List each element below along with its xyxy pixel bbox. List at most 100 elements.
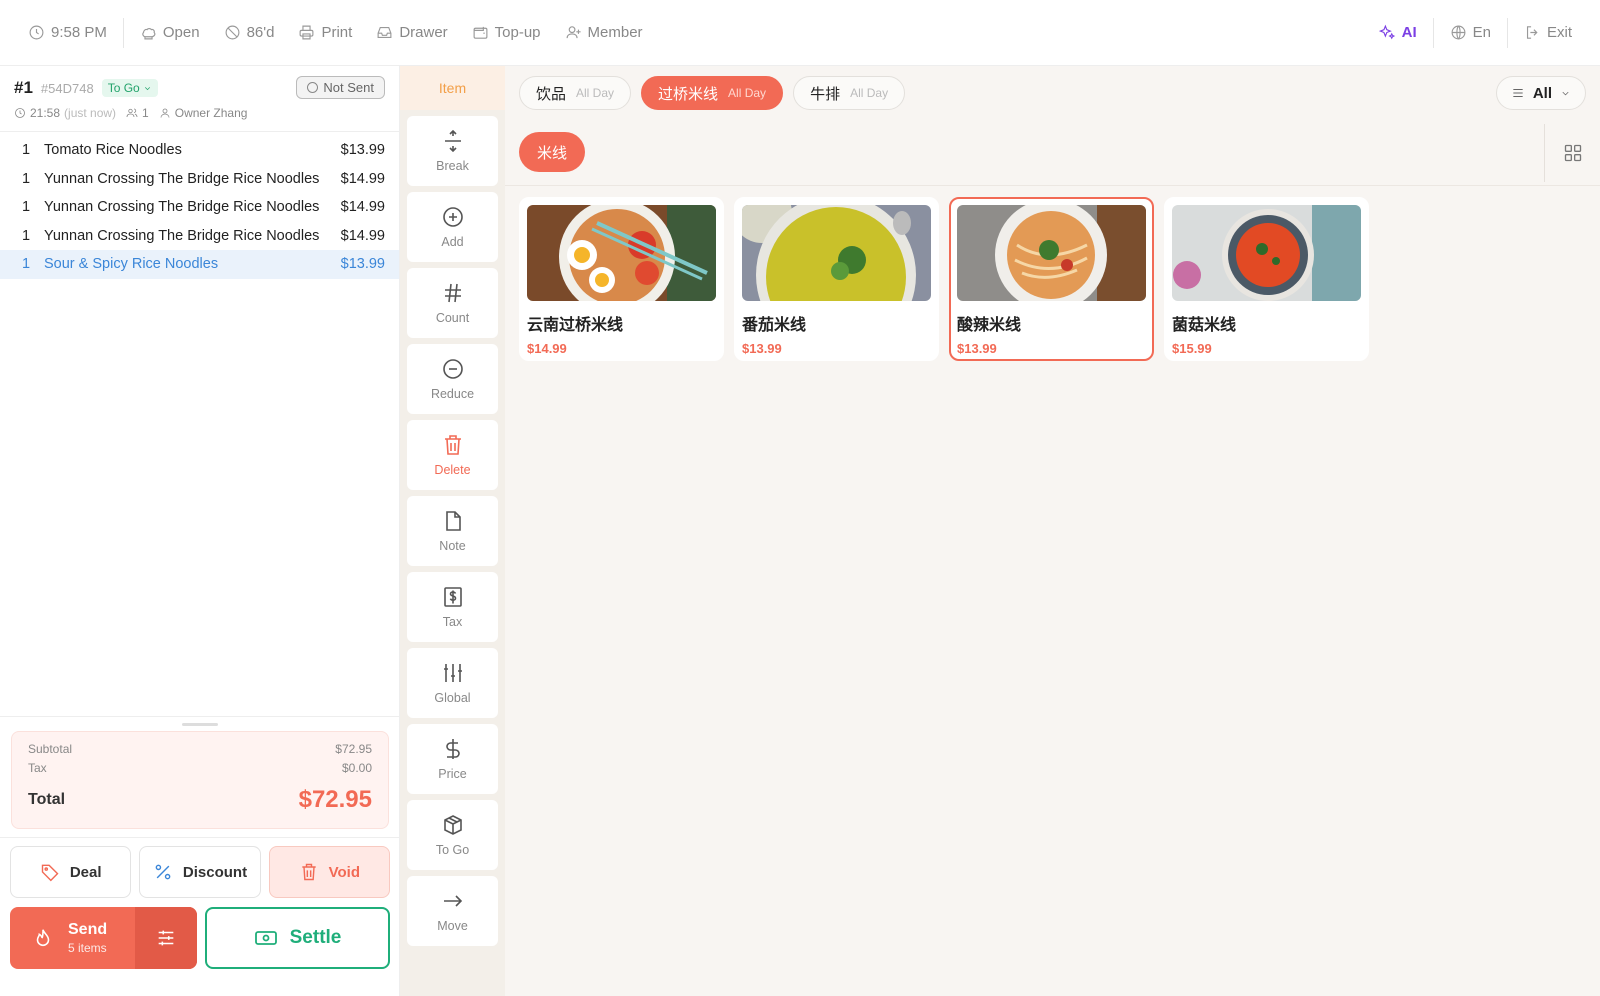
status-circle-icon — [307, 82, 319, 93]
order-number: #1 — [14, 78, 33, 97]
global-tool-button[interactable]: Global — [407, 648, 498, 718]
category-tab-steak[interactable]: 牛排 All Day — [793, 76, 906, 110]
category-tab-crossing-bridge-noodles[interactable]: 过桥米线 All Day — [641, 76, 784, 110]
chef-hat-icon — [142, 28, 156, 40]
add-tool-button[interactable]: Add — [407, 192, 498, 262]
subcategory-chip[interactable]: 米线 — [519, 132, 586, 172]
product-card[interactable]: 番茄米线 $13.99 — [734, 197, 939, 361]
deal-button[interactable]: Deal — [10, 846, 132, 898]
order-item-row[interactable]: 1 Tomato Rice Noodles $13.99 — [0, 136, 399, 165]
spicy-noodle-image — [957, 205, 1146, 301]
total-row: Total $72.95 — [28, 786, 372, 813]
hash-icon — [444, 283, 461, 303]
user-plus-icon — [566, 26, 581, 39]
product-card[interactable]: 菌菇米线 $15.99 — [1164, 197, 1369, 361]
product-card[interactable]: 云南过桥米线 $14.99 — [519, 197, 724, 361]
users-icon — [126, 108, 138, 118]
print-button[interactable]: Print — [286, 18, 364, 48]
menu-area: 饮品 All Day 过桥米线 All Day 牛排 All Day All 米… — [505, 66, 1600, 996]
minus-circle-icon — [442, 359, 463, 379]
order-item-row[interactable]: 1 Yunnan Crossing The Bridge Rice Noodle… — [0, 165, 399, 194]
divider — [1506, 17, 1508, 48]
togo-tool-button[interactable]: To Go — [407, 800, 498, 870]
product-image — [527, 205, 716, 301]
package-icon — [443, 815, 462, 835]
product-card-selected[interactable]: 酸辣米线 $13.99 — [949, 197, 1154, 361]
item-tools-column: Item Break Add Count Reduce Delete Note … — [400, 66, 505, 996]
eightysix-button[interactable]: 86'd — [212, 18, 287, 48]
plus-circle-icon — [442, 207, 463, 227]
delete-tool-button[interactable]: Delete — [407, 420, 498, 490]
sliders-icon — [158, 930, 174, 946]
divider — [122, 17, 124, 48]
order-item-list: 1 Tomato Rice Noodles $13.99 1 Yunnan Cr… — [0, 132, 399, 279]
count-tool-button[interactable]: Count — [407, 268, 498, 338]
grid-view-button[interactable] — [1544, 124, 1600, 182]
trash-icon — [301, 863, 316, 881]
guest-count: 1 — [126, 106, 149, 120]
drag-handle[interactable] — [182, 723, 218, 726]
member-button[interactable]: Member — [553, 18, 655, 48]
ban-icon — [225, 25, 240, 40]
tax-row: Tax $0.00 — [28, 761, 372, 775]
order-header: #1 #54D748 To Go Not Sent 21:58 (just no… — [0, 66, 399, 132]
product-grid: 云南过桥米线 $14.99 番茄米线 $13.99 酸辣米线 $13.99 菌菇… — [519, 197, 1369, 361]
tomato-soup-image — [1172, 205, 1361, 301]
send-button[interactable]: Send 5 items — [10, 907, 135, 969]
top-bar: 9:58 PM Open 86'd Print Drawer Top-up Me… — [0, 0, 1600, 66]
order-type-dropdown[interactable]: To Go — [101, 79, 158, 97]
category-tab-drinks[interactable]: 饮品 All Day — [519, 76, 632, 110]
category-filter-dropdown[interactable]: All — [1495, 76, 1586, 110]
inbox-icon — [377, 26, 392, 39]
order-item-row-selected[interactable]: 1 Sour & Spicy Rice Noodles $13.99 — [0, 250, 399, 279]
clock-icon — [15, 108, 25, 118]
order-code: #54D748 — [40, 80, 94, 96]
send-button-group: Send 5 items — [10, 907, 197, 969]
topup-button[interactable]: Top-up — [460, 18, 553, 48]
order-panel: #1 #54D748 To Go Not Sent 21:58 (just no… — [0, 66, 400, 996]
dollar-icon — [445, 739, 460, 759]
percent-icon — [155, 864, 171, 880]
sliders-vertical-icon — [443, 664, 462, 682]
note-tool-button[interactable]: Note — [407, 496, 498, 566]
move-tool-button[interactable]: Move — [407, 876, 498, 946]
globe-icon — [1451, 25, 1466, 40]
printer-icon — [300, 25, 314, 40]
order-time: 21:58 (just now) — [14, 106, 116, 120]
send-options-button[interactable] — [135, 907, 197, 969]
sparkles-icon — [1378, 24, 1395, 40]
server-name: Owner Zhang — [159, 106, 247, 120]
break-tool-button[interactable]: Break — [407, 116, 498, 186]
menu-icon — [1513, 89, 1523, 97]
product-image — [1172, 205, 1361, 301]
tools-header: Item — [400, 66, 505, 110]
tag-icon — [41, 864, 59, 882]
void-button[interactable]: Void — [268, 846, 390, 898]
file-icon — [445, 511, 461, 531]
tax-tool-button[interactable]: Tax — [407, 572, 498, 642]
clock-icon — [29, 25, 44, 40]
price-tool-button[interactable]: Price — [407, 724, 498, 794]
receipt-dollar-icon — [443, 587, 462, 607]
logout-icon — [1526, 26, 1538, 39]
order-item-row[interactable]: 1 Yunnan Crossing The Bridge Rice Noodle… — [0, 193, 399, 222]
flame-icon — [36, 929, 50, 947]
arrow-right-icon — [443, 895, 462, 907]
exit-button[interactable]: Exit — [1512, 18, 1584, 48]
settle-button[interactable]: Settle — [205, 907, 390, 969]
ai-button[interactable]: AI — [1367, 18, 1429, 48]
subtotal-row: Subtotal $72.95 — [28, 742, 372, 756]
drawer-button[interactable]: Drawer — [364, 18, 459, 48]
reduce-tool-button[interactable]: Reduce — [407, 344, 498, 414]
trash-icon — [444, 435, 461, 455]
wallet-icon — [473, 26, 488, 39]
order-item-row[interactable]: 1 Yunnan Crossing The Bridge Rice Noodle… — [0, 222, 399, 251]
product-image — [742, 205, 931, 301]
noodle-bowl-egg-image — [527, 205, 716, 301]
split-icon — [444, 129, 461, 153]
open-button[interactable]: Open — [128, 18, 212, 48]
discount-button[interactable]: Discount — [139, 846, 261, 898]
totals-card: Subtotal $72.95 Tax $0.00 Total $72.95 — [11, 731, 389, 829]
language-button[interactable]: En — [1438, 18, 1503, 48]
curry-soup-image — [742, 205, 931, 301]
